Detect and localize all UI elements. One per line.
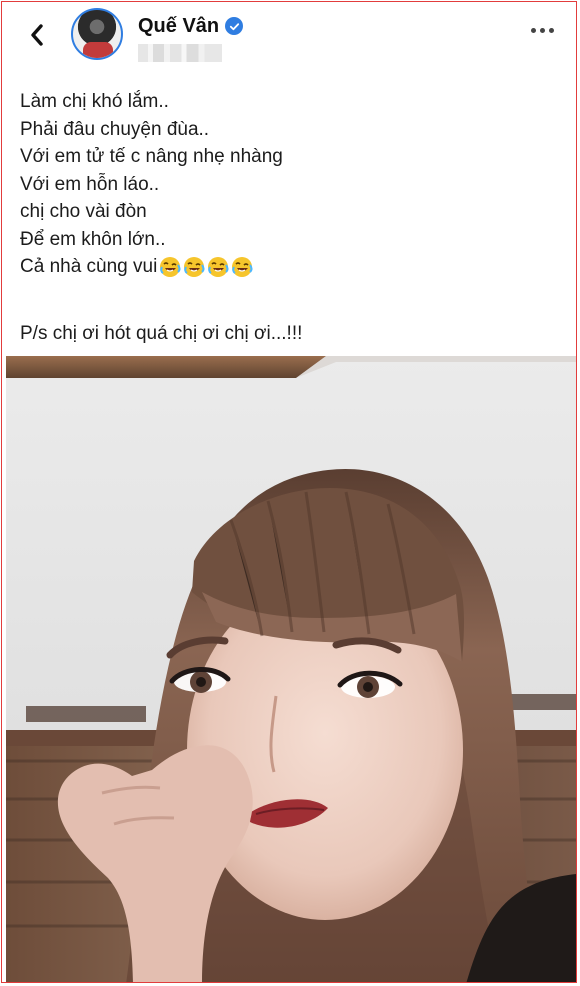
post-line: Với em hỗn láo.. [20,173,160,195]
rolling-on-the-floor-laughing-emoji [158,255,182,279]
more-dot [549,28,554,33]
post-line: chị cho vài đòn [20,201,147,222]
emoji-line-text: Cả nhà cùng vui [20,256,158,277]
post-line: Để em khôn lớn.. [20,228,166,250]
back-button[interactable] [22,18,52,52]
more-options-button[interactable] [531,28,554,33]
post-line: Với em tử tế c nâng nhẹ nhàng [20,146,283,167]
photo-illustration [6,356,576,982]
rolling-on-the-floor-laughing-emoji [206,255,230,279]
profile-name[interactable]: Quế Vân [138,15,219,38]
profile-name-row: Quế Vân [138,12,244,40]
chevron-left-icon [31,24,43,46]
rolling-on-the-floor-laughing-emoji [230,255,254,279]
selfie-photo[interactable] [6,356,576,982]
post-text: Làm chị khó lắm.. Phải đâu chuyện đùa.. … [20,88,560,347]
more-dot [540,28,545,33]
emoji-group [158,255,254,279]
avatar-shirt [83,42,113,58]
more-dot [531,28,536,33]
post-line: Phải đâu chuyện đùa.. [20,118,210,140]
rolling-on-the-floor-laughing-emoji [182,255,206,279]
blurred-post-meta [138,44,222,62]
check-icon [229,22,239,30]
verified-badge-icon [225,17,244,35]
emoji-line: Cả nhà cùng vui [20,253,560,281]
avatar[interactable] [71,8,123,60]
post-header: Quế Vân [2,2,576,68]
post-ps-line: P/s chị ơi hót quá chị ơi chị ơi...!!! [20,322,303,344]
post-frame: Quế Vân Làm chị khó lắm.. Phải đâu chuyệ… [1,1,577,983]
post-line: Làm chị khó lắm.. [20,91,169,112]
